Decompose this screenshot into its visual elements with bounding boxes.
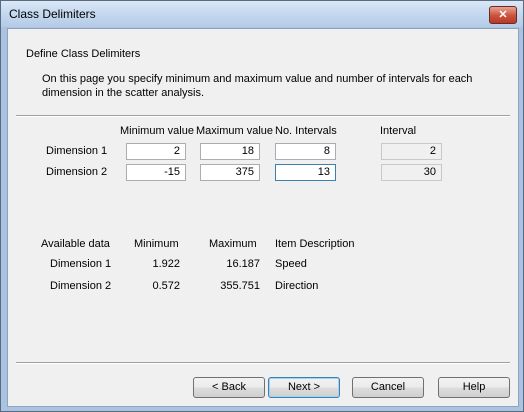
dialog-window: Class Delimiters ✕ Define Class Delimite…: [0, 0, 524, 412]
available-dimension-1-label: Dimension 1: [50, 258, 112, 270]
help-button[interactable]: Help: [438, 377, 510, 398]
dimension-1-min-input[interactable]: 2: [126, 143, 186, 160]
window-title: Class Delimiters: [9, 7, 96, 21]
next-button[interactable]: Next >: [268, 377, 340, 398]
available-maximum-header: Maximum: [209, 238, 257, 250]
available-dimension-2-label: Dimension 2: [50, 280, 112, 292]
available-dimension-1-min: 1.922: [152, 258, 180, 270]
available-dimension-2-min: 0.572: [152, 280, 180, 292]
available-dimension-2-max: 355.751: [220, 280, 260, 292]
header-minimum-value: Minimum value: [120, 125, 194, 137]
header-divider: [16, 115, 510, 117]
page-description-line2: dimension in the scatter analysis.: [42, 87, 205, 99]
back-button[interactable]: < Back: [193, 377, 265, 398]
header-maximum-value: Maximum value: [196, 125, 274, 137]
close-icon[interactable]: ✕: [489, 6, 517, 24]
item-description-header: Item Description: [275, 238, 355, 250]
dimension-1-intervals-input[interactable]: 8: [275, 143, 336, 160]
dimension-2-intervals-input[interactable]: 13: [275, 164, 336, 181]
title-bar[interactable]: Class Delimiters ✕: [1, 1, 523, 27]
available-dimension-1-max: 16.187: [226, 258, 260, 270]
cancel-button[interactable]: Cancel: [352, 377, 424, 398]
available-dimension-2-description: Direction: [275, 280, 319, 292]
header-interval: Interval: [380, 125, 417, 137]
page-description-line1: On this page you specify minimum and max…: [42, 73, 473, 85]
dimension-2-label: Dimension 2: [46, 166, 108, 178]
dimension-1-max-input[interactable]: 18: [200, 143, 260, 160]
dimension-2-max-input[interactable]: 375: [200, 164, 260, 181]
dialog-body: Define Class Delimiters On this page you…: [7, 28, 519, 407]
footer-divider: [16, 362, 510, 364]
available-minimum-header: Minimum: [134, 238, 179, 250]
dimension-2-interval-field: 30: [381, 164, 442, 181]
available-data-header: Available data: [41, 238, 110, 250]
dimension-2-min-input[interactable]: -15: [126, 164, 186, 181]
dimension-1-interval-field: 2: [381, 143, 442, 160]
header-no-intervals: No. Intervals: [275, 125, 337, 137]
page-heading: Define Class Delimiters: [26, 48, 141, 60]
dimension-1-label: Dimension 1: [46, 145, 108, 157]
available-dimension-1-description: Speed: [275, 258, 307, 270]
